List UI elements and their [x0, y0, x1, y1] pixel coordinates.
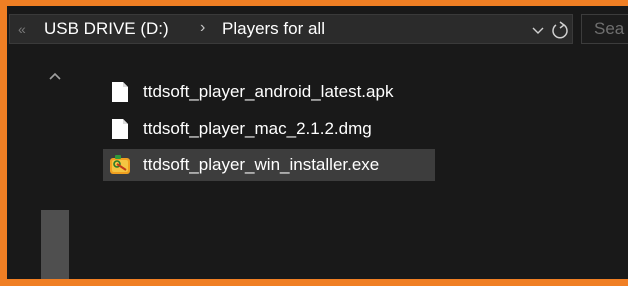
file-name: ttdsoft_player_win_installer.exe	[143, 155, 380, 174]
list-item-selected[interactable]: ttdsoft_player_win_installer.exe	[103, 149, 435, 181]
installer-icon	[110, 155, 130, 174]
list-item[interactable]: ttdsoft_player_mac_2.1.2.dmg	[103, 113, 435, 145]
list-item[interactable]: ttdsoft_player_android_latest.apk	[103, 76, 435, 108]
file-explorer-window: « USB DRIVE (D:) › Players for all Sea t…	[7, 6, 628, 279]
scrollbar-thumb[interactable]	[41, 210, 69, 279]
breadcrumb[interactable]: « USB DRIVE (D:) › Players for all	[9, 14, 573, 44]
chevron-down-icon[interactable]	[531, 23, 545, 37]
scroll-up-icon[interactable]	[48, 71, 62, 81]
address-bar: « USB DRIVE (D:) › Players for all Sea	[7, 6, 628, 54]
refresh-icon[interactable]	[549, 19, 571, 41]
file-name: ttdsoft_player_android_latest.apk	[143, 82, 394, 101]
breadcrumb-overflow-icon[interactable]: «	[18, 19, 26, 39]
search-input[interactable]: Sea	[581, 14, 628, 44]
blank-file-icon	[112, 119, 128, 139]
breadcrumb-drive[interactable]: USB DRIVE (D:)	[44, 19, 169, 39]
breadcrumb-folder[interactable]: Players for all	[222, 19, 325, 39]
vertical-scrollbar[interactable]	[41, 62, 69, 279]
breadcrumb-separator-icon[interactable]: ›	[200, 18, 205, 38]
blank-file-icon	[112, 82, 128, 102]
file-name: ttdsoft_player_mac_2.1.2.dmg	[143, 119, 372, 138]
search-placeholder: Sea	[594, 19, 625, 38]
